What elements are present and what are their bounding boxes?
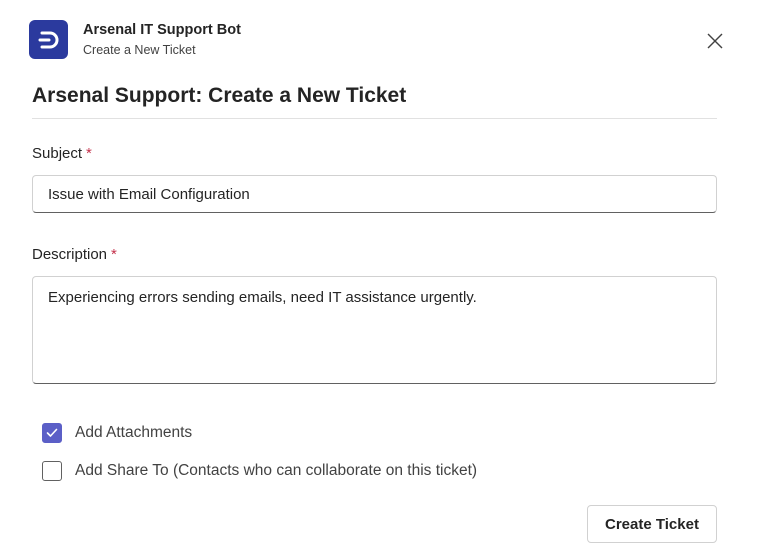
close-icon [707,33,723,49]
subject-label-text: Subject [32,145,83,162]
add-share-to-label: Add Share To (Contacts who can collabora… [75,462,478,479]
add-attachments-label: Add Attachments [75,424,193,441]
subject-input-value: Issue with Email Configuration [48,185,250,203]
app-logo-icon [29,20,68,59]
add-share-to-checkbox[interactable] [42,461,62,481]
description-textarea[interactable]: Experiencing errors sending emails, need… [32,276,717,384]
description-required-mark: * [111,246,117,263]
create-ticket-button[interactable]: Create Ticket [587,505,717,543]
add-attachments-option[interactable]: Add Attachments [42,423,192,443]
form-title: Arsenal Support: Create a New Ticket [32,84,407,107]
checkmark-icon [46,428,58,437]
description-label-text: Description [32,246,108,263]
create-ticket-dialog: Arsenal IT Support Bot Create a New Tick… [0,0,768,556]
description-textarea-value: Experiencing errors sending emails, need… [48,289,477,306]
subject-required-mark: * [86,145,92,162]
app-subtitle: Create a New Ticket [83,43,196,57]
title-divider [32,118,717,119]
app-name: Arsenal IT Support Bot [83,22,241,38]
subject-input[interactable]: Issue with Email Configuration [32,175,717,213]
add-attachments-checkbox[interactable] [42,423,62,443]
add-share-to-option[interactable]: Add Share To (Contacts who can collabora… [42,461,477,481]
close-button[interactable] [702,28,728,54]
subject-label: Subject * [32,145,92,162]
description-label: Description * [32,246,117,263]
